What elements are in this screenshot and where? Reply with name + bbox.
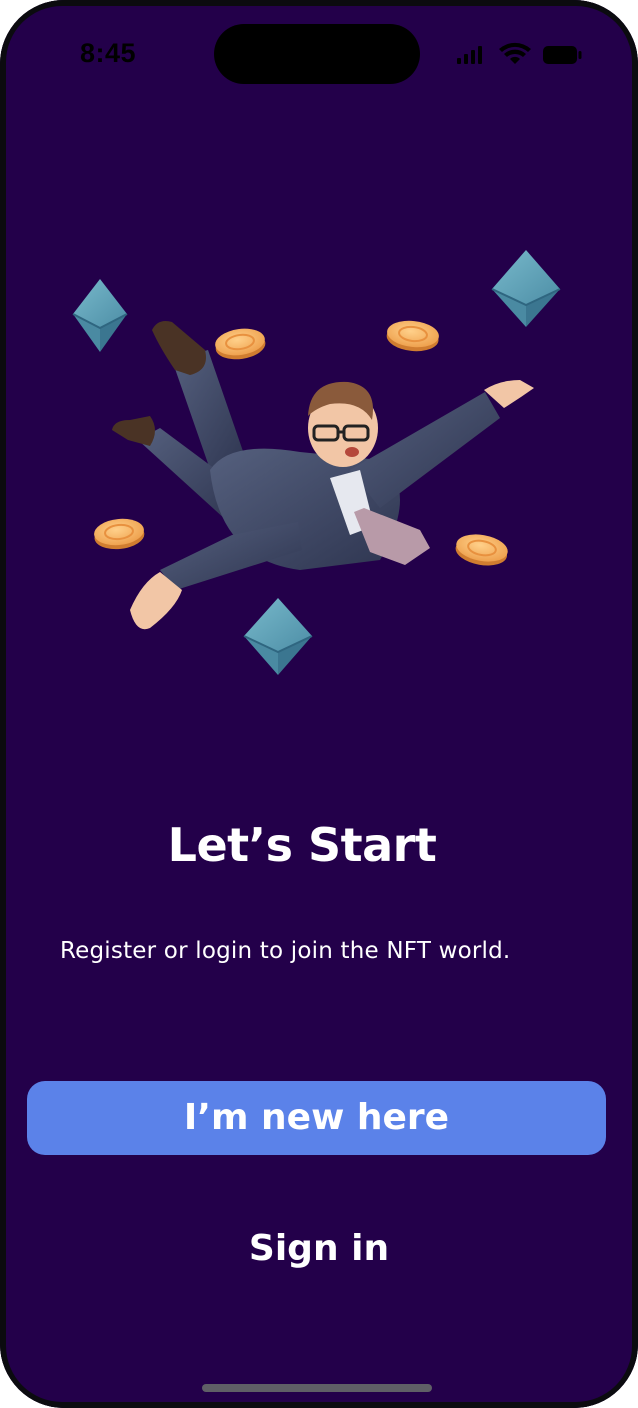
businessman-figure xyxy=(112,321,534,630)
signal-icon xyxy=(457,46,482,64)
onboarding-screen: 8:45 Let’s Start Register or login to jo… xyxy=(0,0,638,1408)
home-indicator xyxy=(202,1384,432,1392)
page-subtitle: Register or login to join the NFT world. xyxy=(60,938,511,964)
ethereum-icon xyxy=(72,279,128,352)
battery-icon xyxy=(543,46,582,64)
coin-icon xyxy=(386,320,439,352)
hero-illustration xyxy=(72,250,561,675)
ethereum-icon xyxy=(243,598,313,675)
coin-icon xyxy=(455,534,508,566)
coin-icon xyxy=(94,518,145,550)
ethereum-icon xyxy=(491,250,561,327)
phone-frame: 8:45 Let’s Start Register or login to jo… xyxy=(0,0,638,1408)
page-title: Let’s Start xyxy=(167,818,437,872)
sign-in-link[interactable]: Sign in xyxy=(0,1228,638,1269)
status-time: 8:45 xyxy=(80,38,137,68)
coin-icon xyxy=(215,328,266,360)
new-user-button[interactable]: I’m new here xyxy=(27,1081,606,1155)
wifi-icon xyxy=(499,42,531,64)
status-icons xyxy=(457,42,582,64)
dynamic-island xyxy=(214,24,420,84)
